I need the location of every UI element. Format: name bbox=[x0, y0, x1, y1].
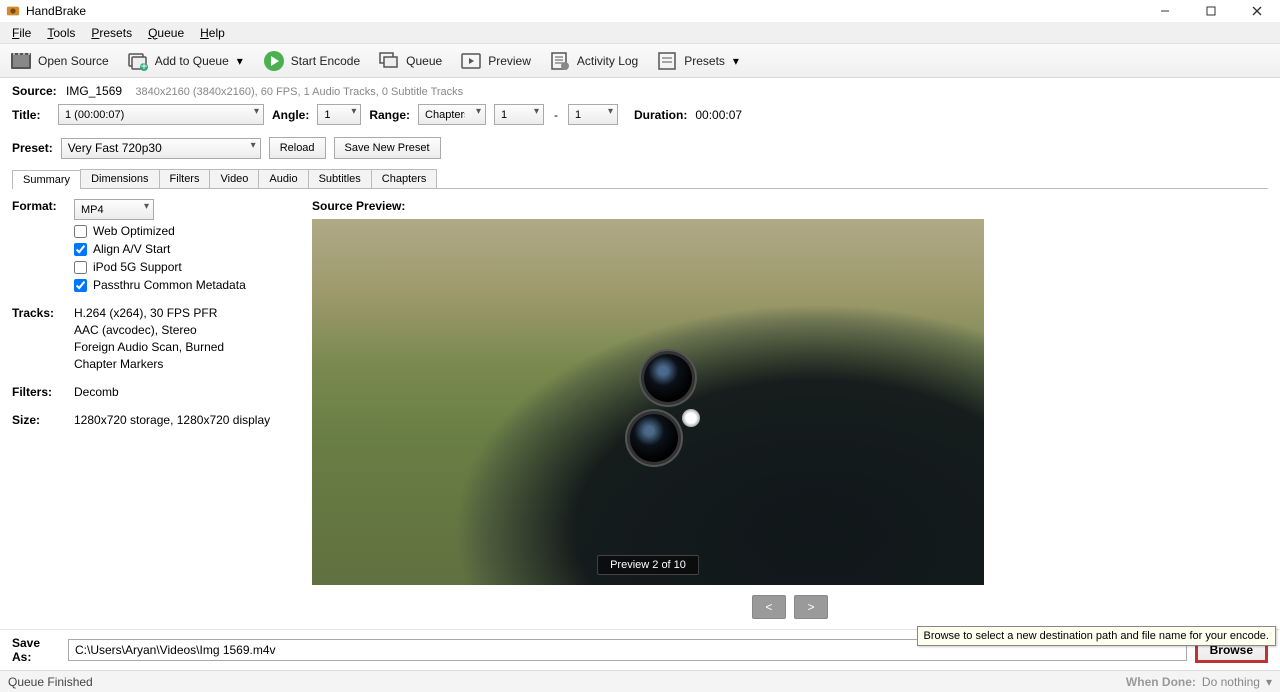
start-encode-label: Start Encode bbox=[291, 54, 360, 68]
maximize-button[interactable] bbox=[1188, 0, 1234, 22]
tab-audio[interactable]: Audio bbox=[258, 169, 308, 188]
tab-summary[interactable]: Summary bbox=[12, 170, 81, 189]
when-done-label: When Done: bbox=[1126, 675, 1196, 689]
open-source-button[interactable]: Open Source bbox=[4, 48, 115, 74]
window-titlebar: HandBrake bbox=[0, 0, 1280, 22]
format-label: Format: bbox=[12, 199, 74, 292]
minimize-button[interactable] bbox=[1142, 0, 1188, 22]
filters-value: Decomb bbox=[74, 385, 292, 399]
menu-help[interactable]: Help bbox=[192, 24, 233, 42]
status-text: Queue Finished bbox=[8, 675, 93, 689]
log-icon bbox=[549, 50, 571, 72]
add-queue-icon: + bbox=[127, 50, 149, 72]
film-icon bbox=[10, 50, 32, 72]
preset-row: Preset: Very Fast 720p30 Reload Save New… bbox=[0, 131, 1280, 165]
title-label: Title: bbox=[12, 108, 50, 122]
presets-icon bbox=[656, 50, 678, 72]
statusbar: Queue Finished When Done: Do nothing ▾ bbox=[0, 670, 1280, 692]
duration-value: 00:00:07 bbox=[695, 108, 742, 122]
tabs: Summary Dimensions Filters Video Audio S… bbox=[0, 169, 1280, 188]
title-row: Title: 1 (00:00:07) Angle: 1 Range: Chap… bbox=[0, 98, 1280, 131]
reload-button[interactable]: Reload bbox=[269, 137, 326, 159]
preview-badge: Preview 2 of 10 bbox=[597, 555, 699, 575]
add-to-queue-button[interactable]: + Add to Queue ▾ bbox=[121, 48, 251, 74]
queue-label: Queue bbox=[406, 54, 442, 68]
track-video: H.264 (x264), 30 FPS PFR bbox=[74, 306, 292, 320]
preview-panel: Source Preview: Preview 2 of 10 < > bbox=[312, 199, 1268, 619]
chevron-down-icon[interactable]: ▾ bbox=[731, 56, 741, 66]
track-chapters: Chapter Markers bbox=[74, 357, 292, 371]
presets-label: Presets bbox=[684, 54, 725, 68]
menu-queue[interactable]: Queue bbox=[140, 24, 192, 42]
open-source-label: Open Source bbox=[38, 54, 109, 68]
save-as-row: Save As: Browse Browse to select a new d… bbox=[0, 629, 1280, 670]
size-value: 1280x720 storage, 1280x720 display bbox=[74, 413, 292, 427]
track-foreign: Foreign Audio Scan, Burned bbox=[74, 340, 292, 354]
browse-tooltip: Browse to select a new destination path … bbox=[917, 626, 1277, 646]
preset-combo[interactable]: Very Fast 720p30 bbox=[61, 138, 261, 159]
play-icon bbox=[263, 50, 285, 72]
tab-dimensions[interactable]: Dimensions bbox=[80, 169, 159, 188]
window-title: HandBrake bbox=[26, 4, 86, 18]
presets-button[interactable]: Presets ▾ bbox=[650, 48, 747, 74]
preview-label: Preview bbox=[488, 54, 531, 68]
chevron-down-icon[interactable]: ▾ bbox=[235, 56, 245, 66]
save-new-preset-button[interactable]: Save New Preset bbox=[334, 137, 441, 159]
align-av-checkbox[interactable]: Align A/V Start bbox=[74, 242, 292, 256]
save-as-label: Save As: bbox=[12, 636, 60, 664]
filters-label: Filters: bbox=[12, 385, 74, 399]
tab-chapters[interactable]: Chapters bbox=[371, 169, 438, 188]
source-meta: 3840x2160 (3840x2160), 60 FPS, 1 Audio T… bbox=[135, 86, 463, 98]
source-info: Source: IMG_1569 3840x2160 (3840x2160), … bbox=[0, 78, 1280, 98]
menu-tools[interactable]: Tools bbox=[39, 24, 83, 42]
title-combo[interactable]: 1 (00:00:07) bbox=[58, 104, 264, 125]
tab-video[interactable]: Video bbox=[209, 169, 259, 188]
range-type-combo[interactable]: Chapters bbox=[418, 104, 486, 125]
preview-button[interactable]: Preview bbox=[454, 48, 537, 74]
ipod-5g-checkbox[interactable]: iPod 5G Support bbox=[74, 260, 292, 274]
close-button[interactable] bbox=[1234, 0, 1280, 22]
angle-label: Angle: bbox=[272, 108, 309, 122]
range-label: Range: bbox=[369, 108, 410, 122]
menu-presets[interactable]: Presets bbox=[83, 24, 140, 42]
start-encode-button[interactable]: Start Encode bbox=[257, 48, 366, 74]
menubar: File Tools Presets Queue Help bbox=[0, 22, 1280, 44]
preview-prev-button[interactable]: < bbox=[752, 595, 786, 619]
preset-label: Preset: bbox=[12, 141, 53, 155]
queue-icon bbox=[378, 50, 400, 72]
range-from-combo[interactable]: 1 bbox=[494, 104, 544, 125]
activity-log-label: Activity Log bbox=[577, 54, 638, 68]
preview-image: Preview 2 of 10 bbox=[312, 219, 984, 585]
size-label: Size: bbox=[12, 413, 74, 427]
source-filename: IMG_1569 bbox=[66, 84, 122, 98]
toolbar: Open Source + Add to Queue ▾ Start Encod… bbox=[0, 44, 1280, 78]
passthru-meta-checkbox[interactable]: Passthru Common Metadata bbox=[74, 278, 292, 292]
range-dash: - bbox=[552, 108, 560, 122]
menu-file[interactable]: File bbox=[4, 24, 39, 42]
app-logo-icon bbox=[6, 4, 20, 18]
format-combo[interactable]: MP4 bbox=[74, 199, 154, 220]
tracks-label: Tracks: bbox=[12, 306, 74, 371]
range-to-combo[interactable]: 1 bbox=[568, 104, 618, 125]
tab-filters[interactable]: Filters bbox=[159, 169, 211, 188]
track-audio: AAC (avcodec), Stereo bbox=[74, 323, 292, 337]
angle-combo[interactable]: 1 bbox=[317, 104, 361, 125]
preview-icon bbox=[460, 50, 482, 72]
preview-next-button[interactable]: > bbox=[794, 595, 828, 619]
when-done-value: Do nothing bbox=[1202, 675, 1260, 689]
chevron-down-icon[interactable]: ▾ bbox=[1266, 675, 1272, 689]
tab-subtitles[interactable]: Subtitles bbox=[308, 169, 372, 188]
summary-panel: Format: MP4 Web Optimized Align A/V Star… bbox=[12, 188, 1268, 629]
svg-text:+: + bbox=[140, 59, 147, 72]
add-to-queue-label: Add to Queue bbox=[155, 54, 229, 68]
duration-label: Duration: bbox=[634, 108, 687, 122]
preview-label: Source Preview: bbox=[312, 199, 1268, 213]
queue-button[interactable]: Queue bbox=[372, 48, 448, 74]
web-optimized-checkbox[interactable]: Web Optimized bbox=[74, 224, 292, 238]
activity-log-button[interactable]: Activity Log bbox=[543, 48, 644, 74]
source-label: Source: bbox=[12, 84, 57, 98]
